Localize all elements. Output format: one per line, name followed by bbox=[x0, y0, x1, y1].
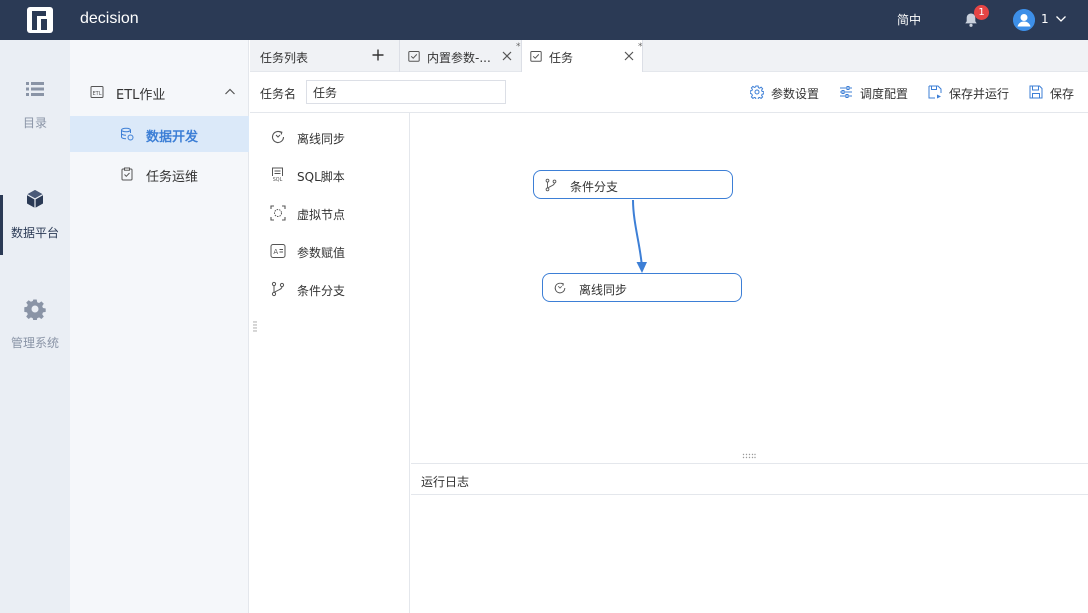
etl-icon: ETL bbox=[90, 86, 104, 98]
subnav-item-task-ops[interactable]: 任务运维 bbox=[70, 156, 249, 192]
task-name-label: 任务名 bbox=[260, 87, 297, 101]
sub-nav: ETL ETL作业 数据开发 任务运维 bbox=[70, 40, 249, 613]
task-check-icon bbox=[530, 51, 542, 62]
tab-builtin-params[interactable]: 内置参数-... * bbox=[400, 40, 522, 72]
top-bar: decision 简中 1 1 bbox=[0, 0, 1088, 40]
settings-icon bbox=[750, 85, 764, 99]
task-check-icon bbox=[408, 51, 420, 62]
component-label: 虚拟节点 bbox=[297, 208, 346, 222]
tab-bar: 任务列表 内置参数-... * 任务 * bbox=[250, 40, 1088, 73]
save-icon bbox=[1029, 85, 1043, 99]
subnav-item-data-dev[interactable]: 数据开发 bbox=[70, 116, 249, 152]
nav-item-data-platform[interactable]: 数据平台 bbox=[0, 188, 70, 278]
tab-task[interactable]: 任务 * bbox=[522, 40, 643, 73]
component-param-assign[interactable]: A 参数赋值 bbox=[270, 240, 400, 260]
user-name[interactable]: 1 bbox=[1041, 12, 1049, 26]
close-icon[interactable] bbox=[623, 50, 635, 62]
param-assign-icon: A bbox=[270, 244, 286, 258]
branch-icon bbox=[271, 281, 285, 297]
save-button[interactable]: 保存 bbox=[1029, 84, 1079, 101]
sql-icon: SQL bbox=[271, 167, 284, 183]
run-log-header: 运行日志 bbox=[411, 464, 1088, 495]
subnav-group-etl[interactable]: ETL ETL作业 bbox=[70, 78, 249, 108]
button-label: 调度配置 bbox=[860, 87, 909, 101]
run-log-panel: 运行日志 bbox=[411, 463, 1088, 613]
app-title: decision bbox=[80, 10, 139, 27]
save-run-icon bbox=[928, 85, 942, 99]
subnav-item-label: 任务运维 bbox=[146, 170, 199, 185]
component-label: 离线同步 bbox=[297, 132, 346, 146]
chevron-up-icon[interactable] bbox=[224, 86, 236, 98]
modified-marker: * bbox=[516, 42, 521, 52]
svg-text:SQL: SQL bbox=[273, 177, 283, 183]
tab-label: 任务列表 bbox=[260, 51, 309, 65]
run-log-body bbox=[411, 495, 1088, 613]
clipboard-icon bbox=[121, 167, 133, 181]
log-resize-handle[interactable] bbox=[742, 453, 756, 459]
tab-label: 内置参数-... bbox=[427, 51, 491, 65]
chevron-down-icon[interactable] bbox=[1055, 13, 1067, 25]
component-label: 参数赋值 bbox=[297, 246, 346, 260]
svg-text:A: A bbox=[273, 248, 278, 256]
database-icon bbox=[121, 127, 134, 141]
component-label: SQL脚本 bbox=[297, 170, 345, 184]
component-label: 条件分支 bbox=[297, 284, 346, 298]
modified-marker: * bbox=[638, 42, 643, 52]
cube-icon bbox=[26, 190, 44, 208]
tab-label: 任务 bbox=[549, 51, 574, 65]
run-log-title: 运行日志 bbox=[421, 475, 470, 489]
svg-text:ETL: ETL bbox=[93, 91, 102, 97]
branch-icon bbox=[545, 178, 557, 192]
flow-node-condition-branch[interactable]: 条件分支 bbox=[533, 170, 733, 199]
button-label: 参数设置 bbox=[771, 87, 820, 101]
component-condition-branch[interactable]: 条件分支 bbox=[270, 278, 400, 298]
subnav-item-label: 数据开发 bbox=[146, 130, 199, 145]
nav-item-admin[interactable]: 管理系统 bbox=[0, 298, 70, 388]
component-offline-sync[interactable]: 离线同步 bbox=[270, 126, 400, 146]
user-avatar[interactable] bbox=[1013, 9, 1035, 31]
nav-label: 数据平台 bbox=[10, 226, 59, 240]
button-label: 保存并运行 bbox=[949, 87, 1010, 101]
component-virtual-node[interactable]: 虚拟节点 bbox=[270, 202, 400, 222]
button-label: 保存 bbox=[1050, 87, 1075, 101]
tab-task-list[interactable]: 任务列表 bbox=[250, 40, 400, 72]
nav-label: 目录 bbox=[22, 116, 47, 130]
main-nav: 目录 数据平台 管理系统 bbox=[0, 40, 70, 613]
close-icon[interactable] bbox=[501, 50, 513, 62]
node-label: 条件分支 bbox=[570, 180, 619, 194]
panel-resize-handle[interactable] bbox=[253, 320, 257, 334]
plus-icon[interactable] bbox=[371, 48, 385, 62]
flow-edge bbox=[632, 199, 647, 273]
task-toolbar: 任务名 参数设置 调度配置 保存并运行 保存 bbox=[250, 72, 1088, 113]
param-settings-button[interactable]: 参数设置 bbox=[750, 84, 820, 101]
schedule-config-button[interactable]: 调度配置 bbox=[839, 84, 909, 101]
notification-badge: 1 bbox=[974, 5, 989, 20]
sync-icon bbox=[554, 282, 566, 294]
nav-label: 管理系统 bbox=[10, 336, 59, 350]
app-logo-icon[interactable] bbox=[26, 6, 54, 34]
language-switch[interactable]: 简中 bbox=[897, 11, 921, 28]
nav-item-catalog[interactable]: 目录 bbox=[0, 78, 70, 168]
gear-icon bbox=[24, 299, 46, 320]
list-icon bbox=[26, 82, 44, 96]
sliders-icon bbox=[840, 86, 852, 98]
task-name-input[interactable] bbox=[306, 80, 506, 104]
sync-icon bbox=[271, 130, 285, 143]
flow-canvas[interactable]: 条件分支 离线同步 bbox=[411, 113, 1088, 463]
component-panel: 离线同步 SQL SQL脚本 虚拟节点 A 参数赋值 条件分支 bbox=[250, 113, 410, 613]
virtual-node-icon bbox=[270, 205, 286, 221]
node-label: 离线同步 bbox=[579, 283, 628, 297]
save-and-run-button[interactable]: 保存并运行 bbox=[928, 84, 1010, 101]
flow-node-offline-sync[interactable]: 离线同步 bbox=[542, 273, 742, 302]
component-sql-script[interactable]: SQL SQL脚本 bbox=[270, 164, 400, 184]
subnav-group-label: ETL作业 bbox=[116, 88, 166, 103]
